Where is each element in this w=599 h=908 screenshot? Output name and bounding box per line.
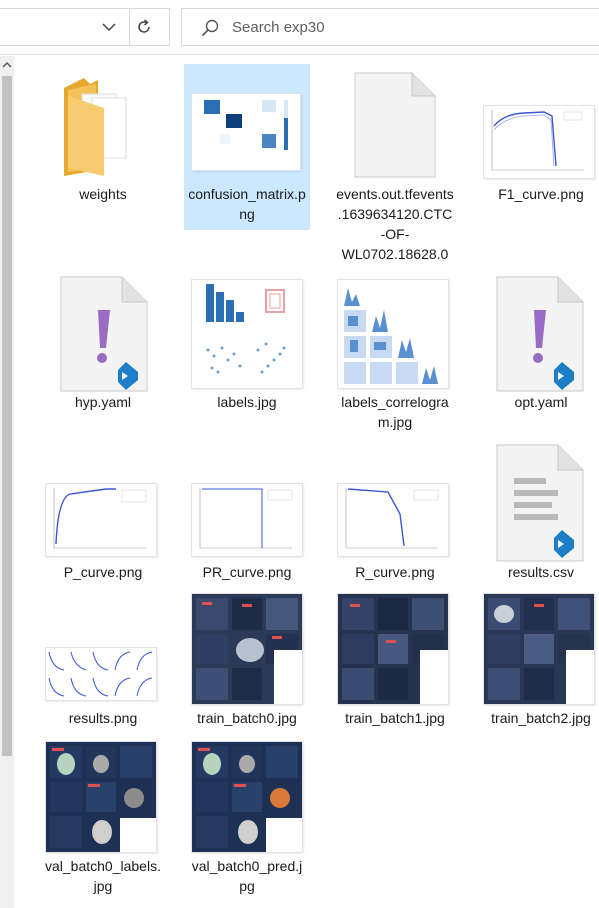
file-item-train-batch0[interactable]: train_batch0.jpg	[184, 588, 310, 728]
yaml-file-icon	[496, 276, 584, 392]
labels-thumbnail	[192, 280, 302, 388]
refresh-icon[interactable]	[131, 15, 157, 39]
file-label: results.csv	[507, 564, 575, 580]
file-item-hyp-yaml[interactable]: hyp.yaml	[40, 272, 166, 412]
scroll-up-icon[interactable]	[0, 56, 14, 74]
folder-icon	[64, 78, 127, 176]
file-item-results-csv[interactable]: results.csv	[478, 442, 599, 582]
file-label: events.out.tfevents.1639634120.CTC-OF-WL…	[336, 186, 454, 262]
file-label: confusion_matrix.png	[188, 186, 306, 222]
file-icon	[354, 72, 436, 178]
toolbar	[0, 0, 599, 55]
file-item-val-batch0-pred[interactable]: val_batch0_pred.jpg	[184, 736, 310, 896]
chevron-down-icon[interactable]	[99, 18, 119, 36]
file-label: labels.jpg	[217, 394, 277, 410]
train-batch2-thumbnail	[484, 594, 594, 704]
vertical-scrollbar[interactable]	[0, 56, 14, 908]
f1-curve-thumbnail	[484, 106, 594, 178]
file-label: weights	[79, 186, 127, 202]
file-item-labels-correlogram[interactable]: labels_correlogram.jpg	[332, 272, 458, 432]
file-item-pr-curve[interactable]: PR_curve.png	[184, 442, 310, 582]
file-item-confusion-matrix[interactable]: confusion_matrix.png	[184, 64, 310, 230]
file-label: train_batch0.jpg	[197, 710, 297, 726]
address-divider	[129, 9, 130, 45]
file-label: val_batch0_pred.jpg	[191, 858, 303, 894]
train-batch1-thumbnail	[338, 594, 448, 704]
file-label: train_batch1.jpg	[345, 710, 445, 726]
yaml-file-icon	[60, 276, 148, 392]
val-batch0-pred-thumbnail	[192, 742, 302, 852]
file-label: hyp.yaml	[74, 394, 132, 410]
file-item-val-batch0-labels[interactable]: val_batch0_labels.jpg	[40, 736, 166, 896]
confusion-matrix-thumbnail	[192, 94, 300, 170]
file-item-train-batch1[interactable]: train_batch1.jpg	[332, 588, 458, 728]
file-label: R_curve.png	[355, 564, 435, 580]
file-item-train-batch2[interactable]: train_batch2.jpg	[478, 588, 599, 728]
file-label: labels_correlogram.jpg	[341, 394, 449, 430]
csv-file-icon	[496, 444, 584, 562]
file-label: results.png	[68, 710, 138, 726]
search-icon	[200, 18, 220, 38]
pr-curve-thumbnail	[192, 484, 302, 556]
address-bar[interactable]	[0, 8, 170, 46]
results-thumbnail	[46, 648, 156, 700]
search-box[interactable]	[181, 8, 599, 46]
file-item-opt-yaml[interactable]: opt.yaml	[478, 272, 599, 412]
file-item-p-curve[interactable]: P_curve.png	[40, 442, 166, 582]
file-item-weights[interactable]: weights	[40, 64, 166, 204]
file-item-labels[interactable]: labels.jpg	[184, 272, 310, 412]
file-label: PR_curve.png	[202, 564, 292, 580]
file-label: train_batch2.jpg	[491, 710, 591, 726]
val-batch0-labels-thumbnail	[46, 742, 156, 852]
file-label: P_curve.png	[63, 564, 143, 580]
file-item-f1-curve[interactable]: F1_curve.png	[478, 64, 599, 204]
file-label: F1_curve.png	[498, 186, 584, 202]
labels-correlogram-thumbnail	[338, 280, 448, 388]
file-item-tfevents[interactable]: events.out.tfevents.1639634120.CTC-OF-WL…	[332, 64, 458, 264]
file-label: val_batch0_labels.jpg	[45, 858, 161, 894]
file-label: opt.yaml	[514, 394, 568, 410]
file-item-r-curve[interactable]: R_curve.png	[332, 442, 458, 582]
train-batch0-thumbnail	[192, 594, 302, 704]
scrollbar-thumb[interactable]	[2, 76, 12, 756]
file-item-results-png[interactable]: results.png	[40, 588, 166, 728]
r-curve-thumbnail	[338, 484, 448, 556]
p-curve-thumbnail	[46, 484, 156, 556]
search-input[interactable]	[232, 16, 532, 38]
